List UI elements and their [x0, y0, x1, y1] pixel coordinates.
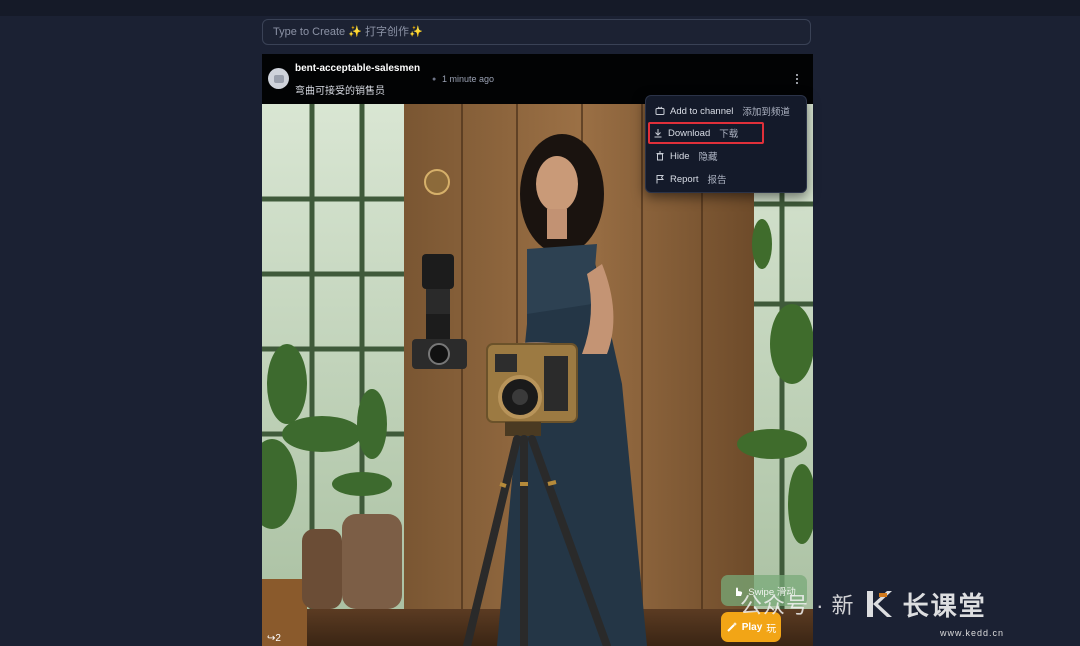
menu-label: Report	[670, 173, 699, 185]
menu-label-cn: 下载	[719, 129, 739, 140]
separator-dot: ●	[432, 76, 437, 83]
menu-item-download[interactable]: Download 下载	[648, 122, 764, 144]
post-subtitle: 弯曲可接受的销售员	[295, 86, 385, 97]
share-count[interactable]: ↪2	[267, 633, 281, 644]
menu-item-add-to-channel[interactable]: Add to channel 添加到频道	[652, 101, 802, 121]
play-label: Play	[741, 621, 763, 633]
share-count-value: 2	[275, 633, 281, 644]
watermark-brand: 长课堂	[902, 590, 987, 621]
robot-face-icon	[273, 74, 284, 83]
menu-item-hide[interactable]: Hide 隐藏	[652, 146, 802, 166]
post-options-menu: Add to channel 添加到频道 Download 下载 Hide 隐藏…	[645, 95, 807, 193]
menu-item-report[interactable]: Report 报告	[652, 169, 802, 189]
post-username[interactable]: bent-acceptable-salesmen	[295, 63, 420, 74]
channel-icon	[655, 106, 665, 115]
watermark-text: 公众号 · 新	[740, 593, 855, 618]
menu-label: Hide	[670, 150, 690, 162]
post-time: 1 minute ago	[442, 74, 495, 84]
watermark: 公众号 · 新 长课堂	[740, 586, 987, 622]
menu-label-cn: 报告	[707, 175, 727, 186]
create-prompt-input[interactable]: Type to Create ✨ 打字创作✨	[262, 19, 811, 45]
magic-wand-icon	[726, 622, 737, 632]
menu-label: Add to channel	[670, 105, 734, 117]
menu-label: Download	[668, 127, 711, 139]
watermark-url: www.kedd.cn	[940, 628, 1005, 638]
menu-label-cn: 添加到频道	[742, 107, 790, 118]
download-icon	[654, 129, 662, 138]
more-options-icon[interactable]	[790, 70, 804, 88]
flag-icon	[656, 175, 664, 184]
avatar[interactable]	[268, 68, 289, 89]
trash-icon	[656, 151, 664, 161]
top-bar	[0, 0, 1080, 16]
k-logo-icon	[865, 589, 893, 619]
menu-label-cn: 隐藏	[698, 152, 718, 163]
